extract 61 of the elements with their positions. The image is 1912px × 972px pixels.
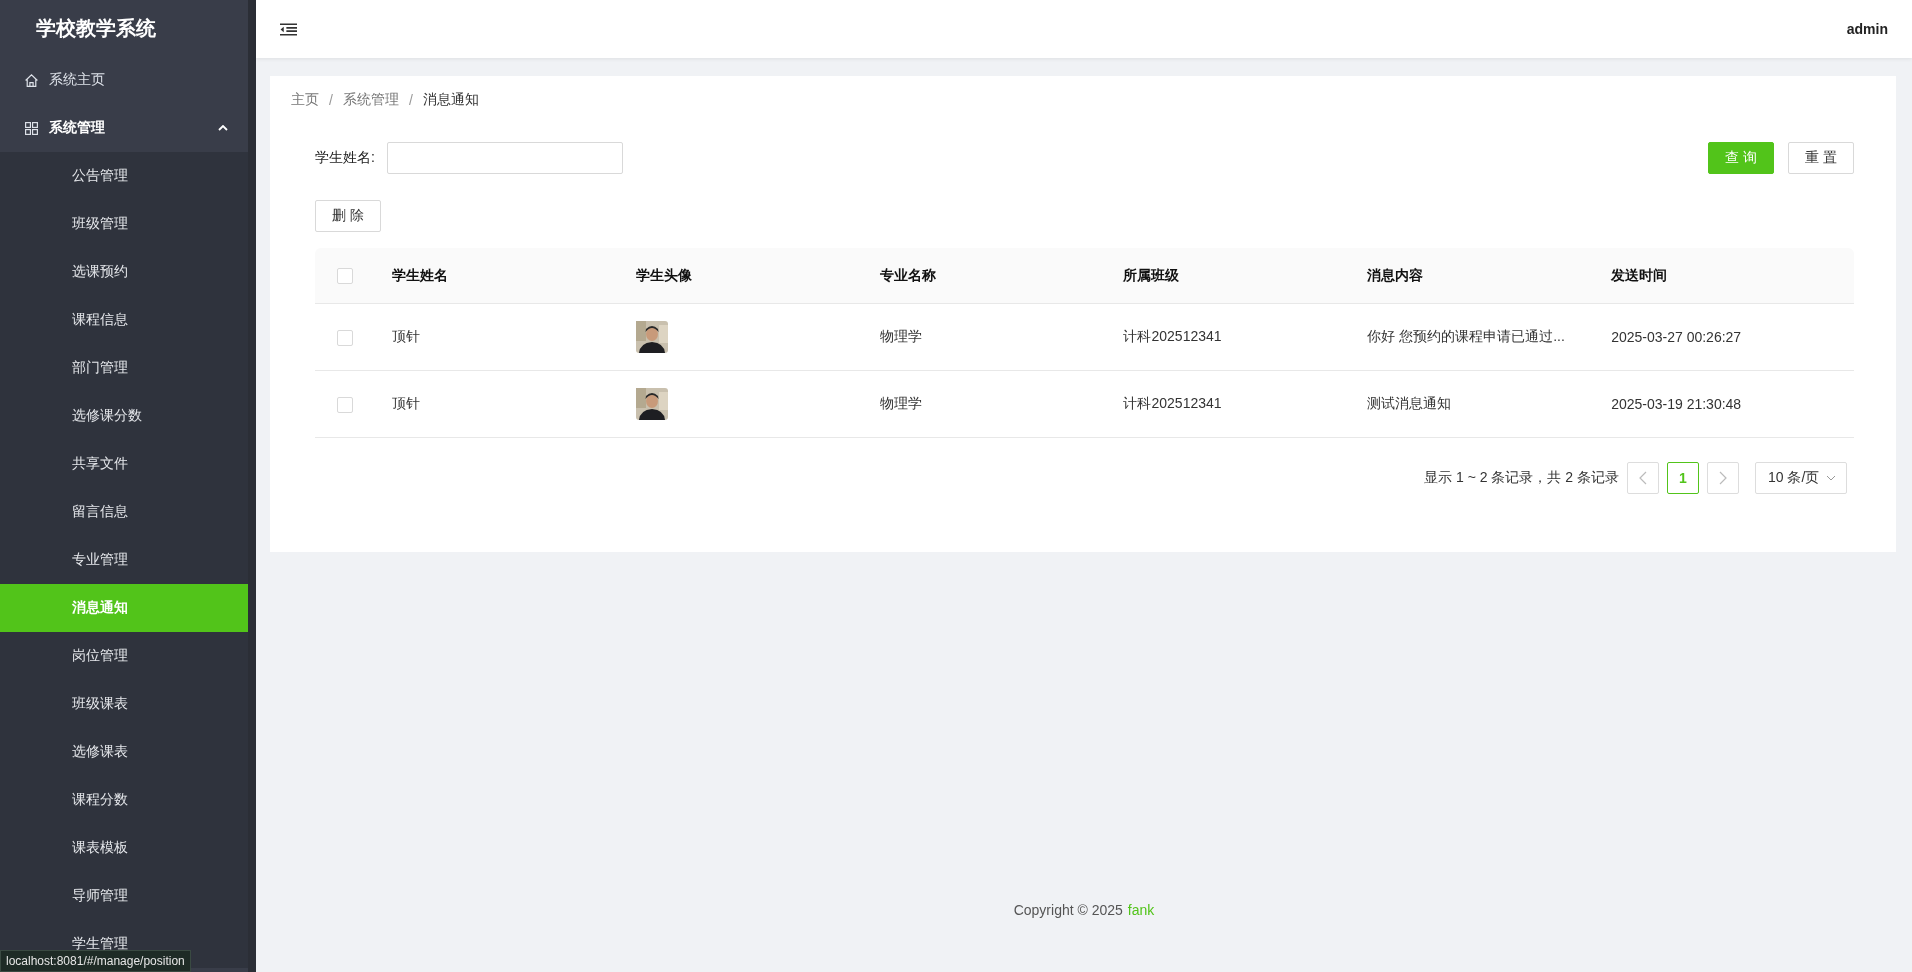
link-preview-tooltip: localhost:8081/#/manage/position	[0, 950, 191, 972]
breadcrumb-item[interactable]: 系统管理	[342, 91, 399, 109]
column-header: 专业名称	[879, 266, 936, 283]
nav-item[interactable]: 选修课表	[0, 728, 248, 776]
table-cell: 2025-03-27 00:26:27	[1611, 329, 1742, 345]
checkbox[interactable]	[337, 268, 353, 285]
dropdown-icon	[1826, 475, 1836, 481]
nav-item[interactable]: 公告管理	[0, 152, 248, 200]
column-header: 学生姓名	[392, 266, 448, 283]
column-header: 所属班级	[1123, 266, 1180, 283]
table-cell: 测试消息通知	[1367, 395, 1452, 411]
input-field[interactable]	[386, 142, 623, 174]
nav-item[interactable]: 课程分数	[0, 776, 248, 824]
next-page-button[interactable]	[1707, 462, 1739, 494]
table-cell: 计科202512341	[1123, 395, 1222, 411]
checkbox[interactable]	[337, 329, 353, 346]
nav-item[interactable]: 留言信息	[0, 488, 248, 536]
nav-item[interactable]: 部门管理	[0, 344, 248, 392]
table-cell: 你好 您预约的课程申请已通过...	[1367, 328, 1565, 344]
breadcrumb-separator: /	[408, 92, 413, 108]
table-cell: 2025-03-19 21:30:48	[1611, 396, 1742, 412]
table-cell: 物理学	[879, 328, 922, 344]
caret-icon	[218, 125, 228, 131]
previous-page-button[interactable]	[1627, 462, 1659, 494]
delete-button[interactable]: 删 除	[315, 200, 381, 232]
menu-collapse-icon[interactable]	[280, 22, 297, 36]
nav-item[interactable]: 共享文件	[0, 440, 248, 488]
chevron-left-icon	[1639, 471, 1647, 485]
column-header: 消息内容	[1367, 266, 1424, 283]
table-cell: 物理学	[879, 395, 922, 411]
nav-item[interactable]: 系统主页	[0, 56, 248, 104]
table-cell: 计科202512341	[1123, 328, 1222, 344]
nav-item[interactable]: 选修课分数	[0, 392, 248, 440]
breadcrumb-item: 消息通知	[422, 91, 479, 109]
nav-item[interactable]: 专业管理	[0, 536, 248, 584]
table-cell: 顶针	[392, 395, 420, 411]
reset-button[interactable]: 重 置	[1788, 142, 1854, 174]
copyright-text: Copyright © 2025	[1013, 902, 1123, 918]
app-title: 学校教学系统	[35, 15, 157, 41]
checkbox[interactable]	[337, 396, 353, 413]
nav-item[interactable]: 课表模板	[0, 824, 248, 872]
nav-item[interactable]: 系统管理	[0, 104, 248, 152]
nav-item[interactable]: 选课预约	[0, 248, 248, 296]
scrollbar[interactable]	[248, 0, 256, 972]
chevron-right-icon	[1719, 471, 1727, 485]
nav-item[interactable]: 岗位管理	[0, 632, 248, 680]
page-size-select[interactable]: 10 条/页	[1755, 462, 1847, 494]
nav-item[interactable]: 班级课表	[0, 680, 248, 728]
nav-item[interactable]: 导师管理	[0, 872, 248, 920]
user-name[interactable]: admin	[1846, 21, 1888, 37]
breadcrumb-separator: /	[329, 92, 333, 108]
record-summary: 显示 1 ~ 2 条记录，共 2 条记录	[1424, 469, 1619, 487]
field-label: 学生姓名:	[315, 149, 375, 167]
column-header: 发送时间	[1611, 266, 1668, 283]
table-cell: 顶针	[392, 328, 420, 344]
nav-item[interactable]: 课程信息	[0, 296, 248, 344]
nav-item[interactable]: 班级管理	[0, 200, 248, 248]
grid-icon	[24, 120, 39, 136]
breadcrumb-item[interactable]: 主页	[291, 91, 319, 109]
column-header: 学生头像	[635, 266, 692, 283]
home-icon	[24, 72, 39, 88]
